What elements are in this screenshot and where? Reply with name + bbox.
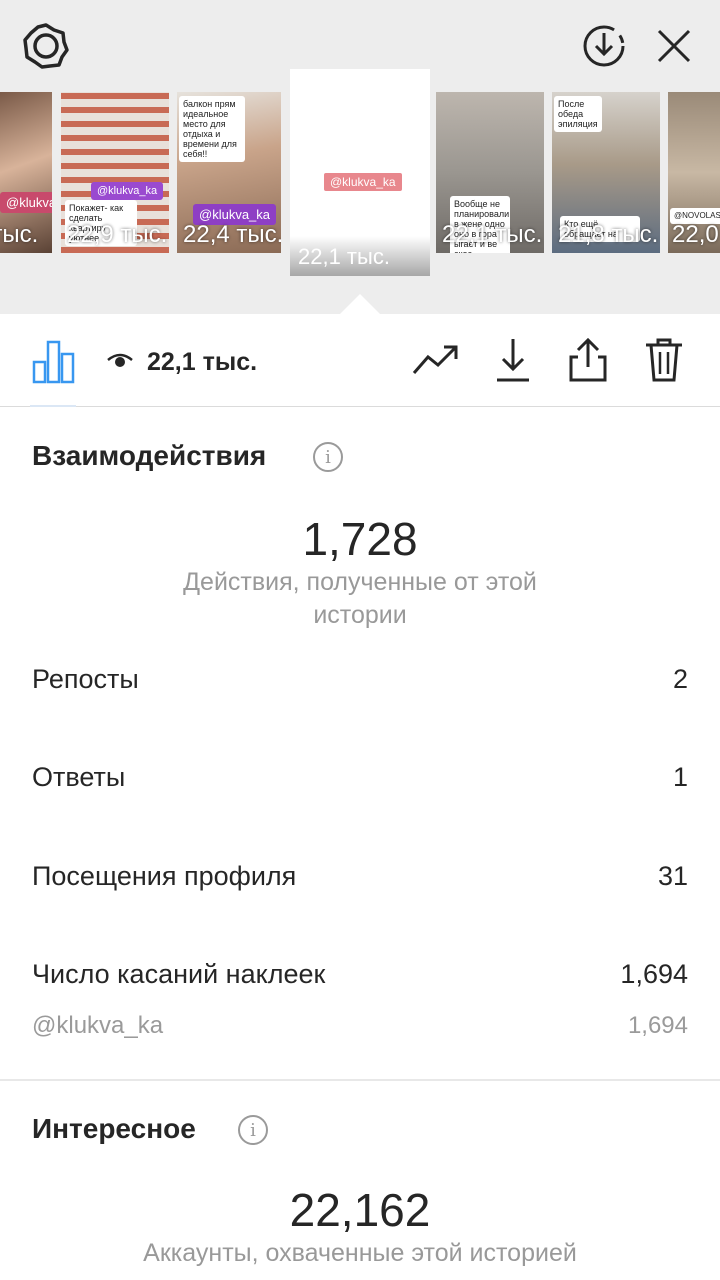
story-views: 22,1 тыс. — [298, 244, 390, 269]
story-thumbnail[interactable]: @klukva_ka Покажет- как сделать квартиру… — [61, 92, 169, 253]
story-thumbnail[interactable]: Вообще не планировали в жене одно оно в … — [436, 92, 544, 253]
story-strip-panel: @klukva_ka 22,3 тыс. @klukva_ka Покажет-… — [0, 0, 720, 314]
eye-icon — [107, 353, 133, 367]
download-button[interactable] — [489, 336, 537, 384]
story-views: 22,9 тыс. — [67, 221, 168, 248]
info-icon[interactable]: i — [313, 442, 343, 472]
row-label: Ответы — [32, 762, 126, 792]
share-icon — [569, 337, 607, 382]
tab-insights[interactable] — [30, 338, 78, 384]
story-thumbnail-selected[interactable]: @klukva_ka 22,1 тыс. — [290, 69, 430, 276]
interactions-title: Взаимодействия — [32, 440, 267, 471]
discovery-total-label: Аккаунты, охваченные этой историей — [143, 1239, 577, 1267]
story-views: 21,8 тыс. — [558, 221, 659, 248]
share-button[interactable] — [564, 336, 612, 384]
discovery-total: 22,162 — [289, 1184, 431, 1236]
info-icon[interactable]: i — [238, 1115, 268, 1145]
sticker-label: @klukva_ka — [32, 1012, 164, 1039]
interactions-total-label: Действия, полученные от этой истории — [183, 568, 537, 629]
sticker-value: 1,694 — [627, 1012, 688, 1039]
settings-button[interactable] — [18, 18, 74, 74]
discovery-title: Интересное — [32, 1113, 196, 1144]
bar-chart-icon — [32, 340, 75, 384]
story-views: 22,0 тыс. — [672, 221, 720, 248]
row-value: 2 — [672, 664, 688, 694]
story-thumbnail[interactable]: балкон прям идеальное место для отдыха и… — [177, 92, 281, 253]
close-icon — [657, 29, 691, 63]
section-divider — [0, 1079, 720, 1081]
story-views: 22,3 тыс. — [0, 221, 39, 248]
story-views: 22,4 тыс. — [183, 221, 281, 248]
delete-button[interactable] — [640, 336, 688, 384]
save-story-button[interactable] — [576, 18, 632, 74]
story-thumbnail[interactable]: После обеда эпиляция Кто ещё обращает на… — [552, 92, 660, 253]
trending-icon — [412, 345, 458, 374]
row-value: 31 — [657, 861, 688, 891]
story-tag: @klukva_ka — [91, 182, 164, 200]
story-thumbnail[interactable]: @NOVOLAS 22,0 тыс. — [668, 92, 720, 253]
story-tag: @klukva_ka — [324, 173, 402, 191]
download-icon — [497, 339, 529, 382]
story-note: балкон прям идеальное место для отдыха и… — [179, 96, 245, 162]
story-thumbnail[interactable]: @klukva_ka 22,3 тыс. — [0, 92, 52, 253]
trash-icon — [646, 338, 682, 382]
row-label: Число касаний наклеек — [32, 959, 326, 989]
row-label: Репосты — [32, 664, 139, 694]
row-value: 1,694 — [620, 959, 688, 989]
story-tag: @klukva_ka — [0, 192, 52, 213]
tab-indicator — [30, 405, 76, 407]
story-note: После обеда эпиляция — [554, 96, 602, 132]
row-label: Посещения профиля — [32, 861, 297, 891]
selection-pointer — [340, 294, 380, 314]
interactions-total: 1,728 — [302, 513, 418, 565]
story-views-count: 22,1 тыс. — [147, 348, 258, 376]
row-value: 1 — [672, 762, 688, 792]
close-button[interactable] — [646, 18, 702, 74]
insights-toolbar: 22,1 тыс. — [0, 314, 720, 407]
trending-button[interactable] — [412, 336, 460, 384]
download-circle-icon — [583, 25, 625, 67]
story-views: 22,1 тыс. — [442, 221, 543, 248]
gear-icon — [23, 23, 69, 69]
